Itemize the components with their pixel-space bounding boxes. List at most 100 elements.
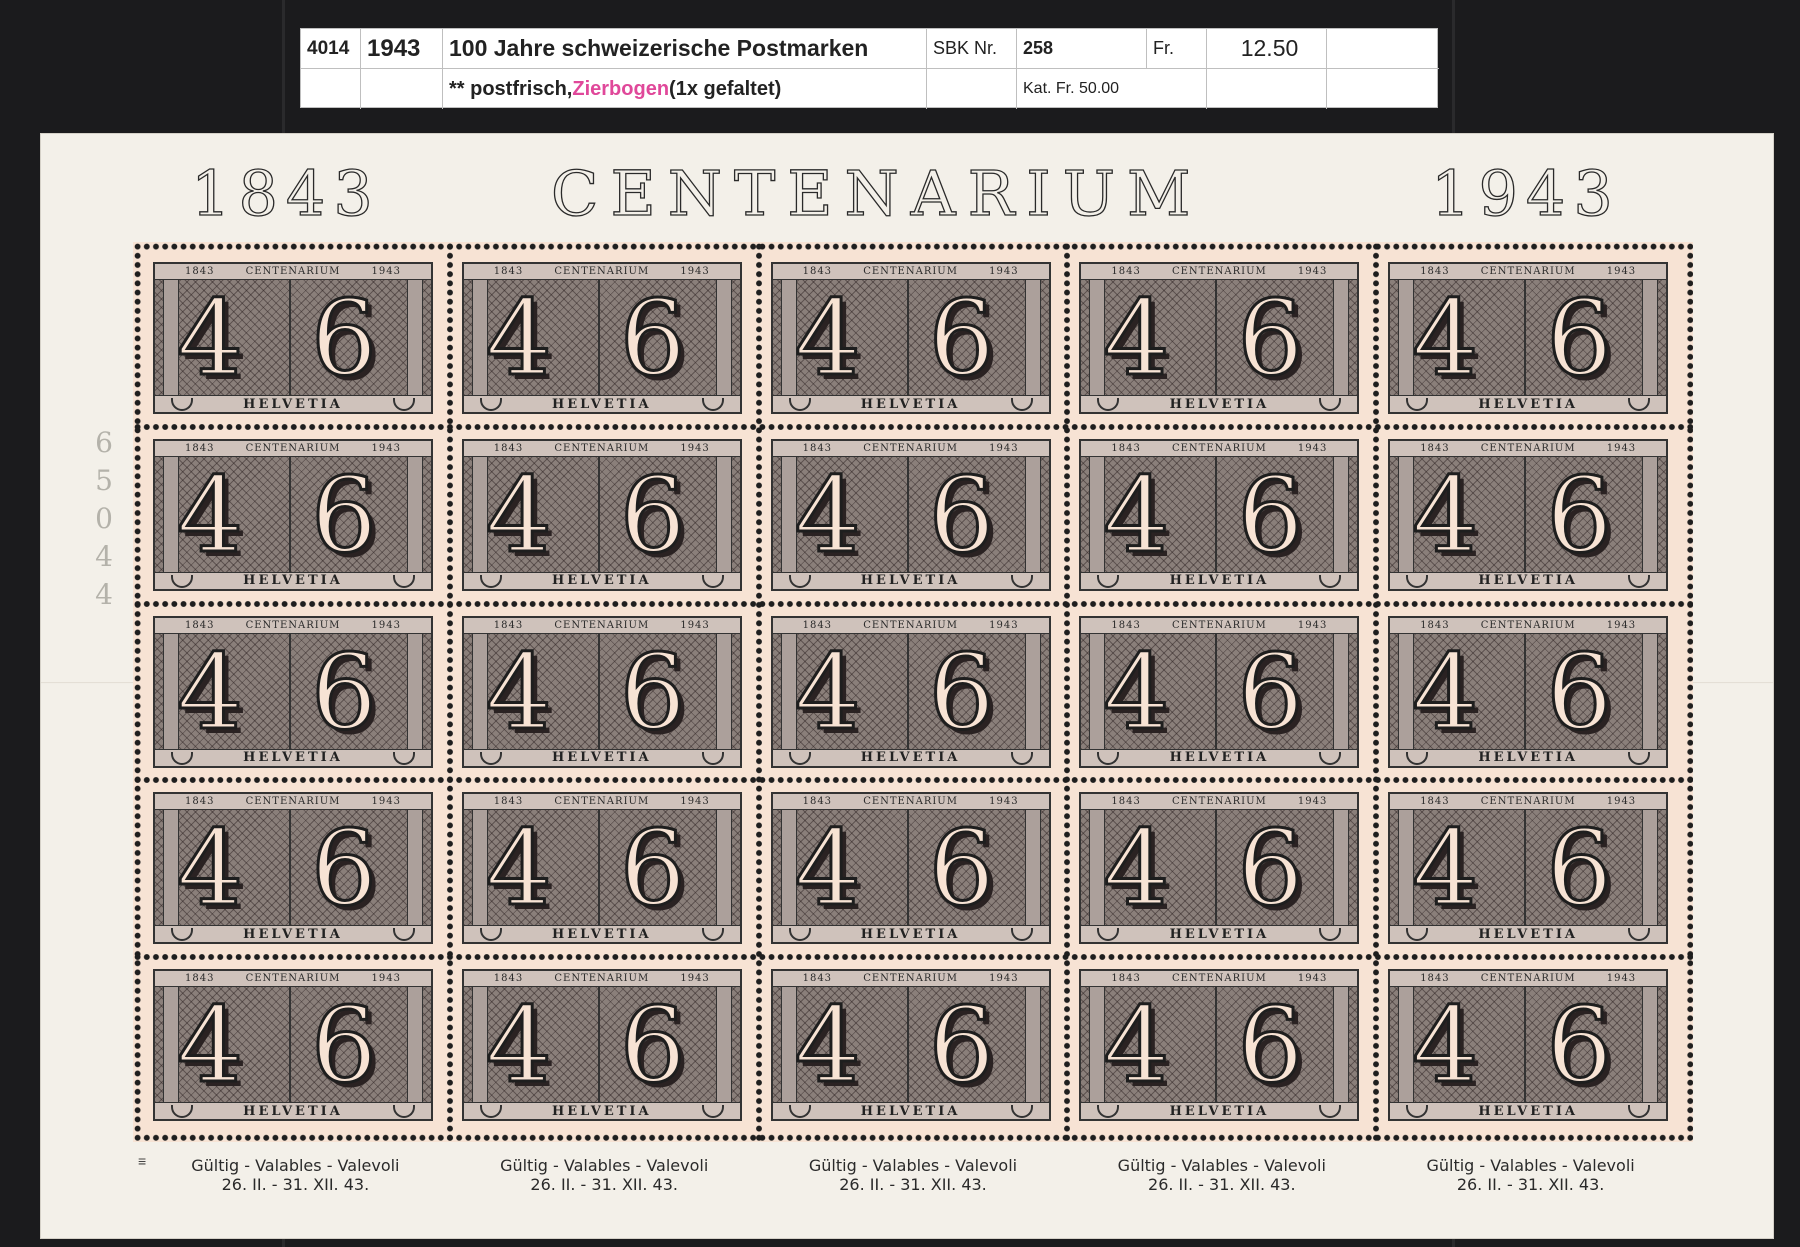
stamp: 1843 CENTENARIUM 1943 4 6 HELVETIA (1073, 963, 1366, 1128)
stamp-numeral-left: 4 (793, 277, 862, 400)
stamp-year-right: 1943 (1606, 796, 1637, 808)
stamp-bottom-band: HELVETIA (772, 925, 1049, 943)
stamp-year-left: 1843 (802, 619, 833, 631)
stamp-year-left: 1843 (1111, 973, 1141, 985)
stamp-side-stripe (1642, 810, 1659, 927)
stamp: 1843 CENTENARIUM 1943 4 6 HELVETIA (1073, 609, 1366, 774)
stamp-frame: 1843 CENTENARIUM 1943 4 6 HELVETIA (1388, 792, 1669, 945)
stamp-country: HELVETIA (243, 750, 343, 766)
stamp-centenarium: CENTENARIUM (1171, 796, 1267, 808)
stamp-divider (906, 987, 909, 1104)
validity-caption: Gültig - Valables - Valevoli 26. II. - 31… (1072, 1156, 1372, 1194)
stamp-frame: 1843 CENTENARIUM 1943 4 6 HELVETIA (461, 438, 742, 591)
stamp-frame: 1843 CENTENARIUM 1943 4 6 HELVETIA (770, 615, 1051, 768)
empty-cell (927, 69, 1017, 109)
stamp-year-left: 1843 (493, 796, 524, 808)
stamp-numeral-right: 6 (1236, 807, 1305, 930)
stamp: 1843 CENTENARIUM 1943 4 6 HELVETIA (147, 256, 439, 420)
stamp-frame: 1843 CENTENARIUM 1943 4 6 HELVETIA (153, 792, 433, 945)
condition-suffix: (1x gefaltet) (669, 77, 782, 100)
stamp-divider (597, 987, 600, 1104)
stamp-divider (1524, 280, 1527, 396)
stamp-side-stripe (715, 987, 732, 1104)
stamp-centenarium: CENTENARIUM (863, 973, 958, 985)
stamp-year-left: 1843 (185, 619, 215, 631)
stamp-bottom-band: HELVETIA (155, 395, 431, 412)
stamp-year-left: 1843 (802, 266, 833, 277)
stamp-centenarium: CENTENARIUM (1480, 619, 1576, 631)
stamp-country: HELVETIA (243, 926, 343, 942)
stamp-pane: 1843 CENTENARIUM 1943 4 6 HELVETIA 1843 CENTENA… (133, 242, 1693, 1142)
stamp-year-right: 1943 (371, 973, 401, 985)
lot-description-label: 4014 1943 100 Jahre schweizerische Postm… (300, 28, 1439, 109)
stamp-year-right: 1943 (989, 973, 1019, 985)
stamp: 1843 CENTENARIUM 1943 4 6 HELVETIA (455, 963, 748, 1128)
stamp-frame: 1843 CENTENARIUM 1943 4 6 HELVETIA (770, 792, 1051, 945)
stamp-numeral-right: 6 (618, 984, 687, 1107)
stamp: 1843 CENTENARIUM 1943 4 6 HELVETIA (1073, 432, 1366, 597)
stamp-centenarium: CENTENARIUM (554, 796, 650, 808)
stamp-numeral-right: 6 (1545, 277, 1614, 400)
stamp-centenarium: CENTENARIUM (554, 619, 650, 631)
stamp-divider (906, 456, 909, 573)
stamp-frame: 1843 CENTENARIUM 1943 4 6 HELVETIA (153, 262, 433, 414)
stamp-numeral-right: 6 (618, 453, 687, 576)
stamp-divider (1524, 633, 1527, 750)
stamp-centenarium: CENTENARIUM (245, 619, 341, 631)
stamp-bottom-band: HELVETIA (463, 925, 740, 943)
stamp-divider (906, 633, 909, 750)
stamp-year-left: 1843 (802, 973, 833, 985)
condition-text: ** postfrisch, Zierbogen (1x gefaltet) (443, 69, 927, 109)
stamp-side-stripe (715, 280, 732, 396)
stamp-side-stripe (1333, 987, 1350, 1104)
stamp: 1843 CENTENARIUM 1943 4 6 HELVETIA (1073, 786, 1366, 951)
stamp-numeral-left: 4 (484, 630, 553, 753)
stamp-year-left: 1843 (185, 973, 215, 985)
stamp-side-stripe (1024, 633, 1041, 750)
stamp-year-left: 1843 (1420, 266, 1450, 277)
stamp-bottom-band: HELVETIA (772, 395, 1049, 412)
stamp-side-stripe (407, 456, 423, 573)
stamp-year-right: 1943 (371, 796, 401, 808)
stamp-year-right: 1943 (1297, 796, 1328, 808)
stamp-numeral-right: 6 (1236, 984, 1305, 1107)
stamp-numeral-left: 4 (1411, 984, 1480, 1107)
stamp-frame: 1843 CENTENARIUM 1943 4 6 HELVETIA (1079, 792, 1360, 945)
stamp-numeral-right: 6 (927, 277, 996, 400)
stamp-numeral-left: 4 (484, 277, 553, 400)
stamp-country: HELVETIA (551, 1103, 652, 1119)
stamp-country: HELVETIA (1169, 396, 1270, 412)
stamp-divider (1215, 810, 1218, 927)
stamp-side-stripe (1333, 456, 1350, 573)
stamp-numeral-left: 4 (1411, 630, 1480, 753)
stamp-divider (1524, 987, 1527, 1104)
stamp-divider (906, 280, 909, 396)
stamp-side-stripe (407, 810, 423, 927)
stamp-frame: 1843 CENTENARIUM 1943 4 6 HELVETIA (461, 792, 742, 945)
stamp-numeral-left: 4 (1102, 453, 1171, 576)
stamp: 1843 CENTENARIUM 1943 4 6 HELVETIA (764, 609, 1057, 774)
stamp-side-stripe (1333, 810, 1350, 927)
validity-caption-line1: Gültig - Valables - Valevoli (808, 1156, 1018, 1175)
validity-caption-line2: 26. II. - 31. XII. 43. (839, 1175, 987, 1194)
stamp-year-left: 1843 (1111, 796, 1141, 808)
stamp-year-left: 1843 (185, 266, 215, 277)
stamp-country: HELVETIA (860, 750, 961, 766)
stamp-numeral-left: 4 (793, 807, 862, 930)
stamp-numeral-right: 6 (1236, 277, 1305, 400)
stamp-centenarium: CENTENARIUM (1171, 266, 1267, 277)
stamp-bottom-band: HELVETIA (1081, 395, 1358, 412)
stamp-country: HELVETIA (243, 573, 343, 589)
stamp-divider (597, 633, 600, 750)
stamp-country: HELVETIA (551, 573, 652, 589)
stamp-year-left: 1843 (1111, 619, 1141, 631)
stamp-country: HELVETIA (860, 1103, 961, 1119)
stamp: 1843 CENTENARIUM 1943 4 6 HELVETIA (1073, 256, 1366, 420)
stamp: 1843 CENTENARIUM 1943 4 6 HELVETIA (147, 432, 439, 597)
stamp-numeral-right: 6 (927, 630, 996, 753)
stamp-bottom-band: HELVETIA (1081, 571, 1358, 589)
sheet-header-left: 1843 (190, 156, 381, 230)
stamp-numeral-left: 4 (1411, 807, 1480, 930)
stamp-year-right: 1943 (1297, 266, 1328, 277)
stamp-frame: 1843 CENTENARIUM 1943 4 6 HELVETIA (153, 615, 433, 768)
